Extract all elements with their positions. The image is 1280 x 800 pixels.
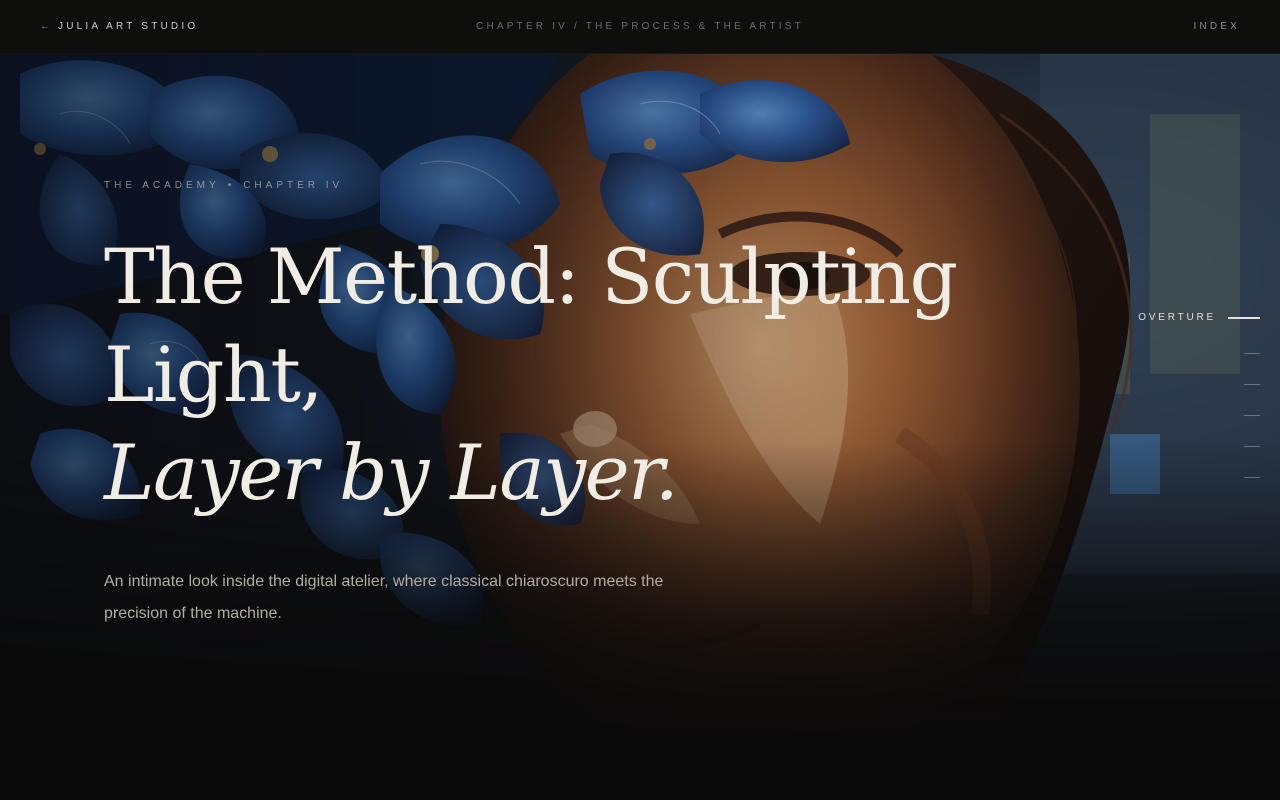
section-navigation: Overture <box>1100 312 1260 492</box>
section-nav-tick-5[interactable] <box>1244 446 1260 447</box>
title-line-1: The Method: Sculpting <box>104 232 958 321</box>
eyebrow-chapter: Chapter IV <box>243 180 344 191</box>
title-line-3-italic: Layer by Layer. <box>104 428 679 517</box>
section-nav-tick-6[interactable] <box>1244 477 1260 478</box>
section-nav-tick-3[interactable] <box>1244 384 1260 385</box>
section-nav-active-bar <box>1228 316 1260 319</box>
eyebrow-dot-separator: • <box>227 180 236 191</box>
section-nav-tick-4[interactable] <box>1244 415 1260 416</box>
title-line-2: Light, <box>104 330 324 419</box>
page-title: The Method: Sculpting Light, Layer by La… <box>104 228 1104 522</box>
hero-intro-text: An intimate look inside the digital atel… <box>104 573 664 622</box>
chapter-breadcrumb: Chapter IV / The Process & The Artist <box>476 21 804 32</box>
landing-page: ← Julia Art Studio Chapter IV / The Proc… <box>0 0 1280 800</box>
eyebrow-academy: The Academy <box>104 180 220 191</box>
section-nav-active-label: Overture <box>1138 312 1216 323</box>
section-nav-tick-2[interactable] <box>1244 353 1260 354</box>
index-link[interactable]: Index <box>1193 21 1240 32</box>
section-nav-item-overture[interactable]: Overture <box>1138 312 1260 323</box>
top-bar: ← Julia Art Studio Chapter IV / The Proc… <box>0 0 1280 54</box>
hero-eyebrow: The Academy • Chapter IV <box>104 180 343 191</box>
